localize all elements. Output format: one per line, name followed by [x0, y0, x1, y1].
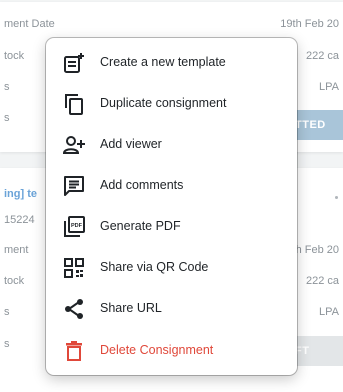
row-label: tock	[4, 275, 25, 287]
menu-item-share-url[interactable]: Share URL	[46, 288, 297, 328]
trash-icon	[63, 340, 85, 362]
menu-item-label: Duplicate consignment	[100, 96, 227, 110]
menu-item-add-comments[interactable]: Add comments	[46, 165, 297, 205]
add-viewer-icon	[63, 134, 85, 156]
detail-row: ment Date 19th Feb 20	[0, 18, 343, 38]
qr-code-icon	[63, 257, 85, 279]
row-value: 19th Feb 20	[280, 18, 339, 30]
row-label: ment Date	[4, 18, 55, 30]
menu-item-label: Add viewer	[100, 137, 162, 151]
row-value: 222 ca	[305, 275, 339, 287]
menu-item-add-viewer[interactable]: Add viewer	[46, 124, 297, 164]
menu-item-label: Create a new template	[100, 55, 226, 69]
svg-text:PDF: PDF	[71, 223, 83, 229]
row-label: s	[4, 306, 10, 318]
menu-item-label: Generate PDF	[100, 219, 181, 233]
row-label: ment	[4, 244, 29, 256]
row-value: LPA	[319, 306, 339, 318]
more-dot-icon	[335, 196, 338, 199]
menu-item-share-qr[interactable]: Share via QR Code	[46, 247, 297, 287]
row-value: h Feb 20	[295, 244, 339, 256]
card-subtitle: 15224	[4, 214, 35, 226]
menu-item-label: Share URL	[100, 301, 162, 315]
menu-item-delete-consignment[interactable]: Delete Consignment	[46, 330, 297, 370]
duplicate-icon	[63, 93, 85, 115]
menu-item-create-template[interactable]: Create a new template	[46, 42, 297, 82]
row-label: tock	[4, 50, 25, 62]
comment-icon	[63, 175, 85, 197]
menu-item-generate-pdf[interactable]: PDF Generate PDF	[46, 206, 297, 246]
pdf-icon: PDF	[63, 216, 85, 238]
row-value: 222 ca	[305, 50, 339, 62]
consignment-context-menu: Create a new template Duplicate consignm…	[46, 38, 297, 375]
card-title[interactable]: ing] te	[4, 188, 37, 200]
share-icon	[63, 298, 85, 320]
row-label: s	[4, 338, 10, 350]
menu-item-label: Add comments	[100, 178, 184, 192]
menu-item-duplicate-consignment[interactable]: Duplicate consignment	[46, 83, 297, 123]
row-value: LPA	[319, 81, 339, 93]
row-label: s	[4, 81, 10, 93]
row-label: s	[4, 112, 10, 124]
menu-item-label: Delete Consignment	[100, 343, 214, 357]
menu-item-label: Share via QR Code	[100, 260, 209, 274]
new-template-icon	[63, 52, 85, 74]
